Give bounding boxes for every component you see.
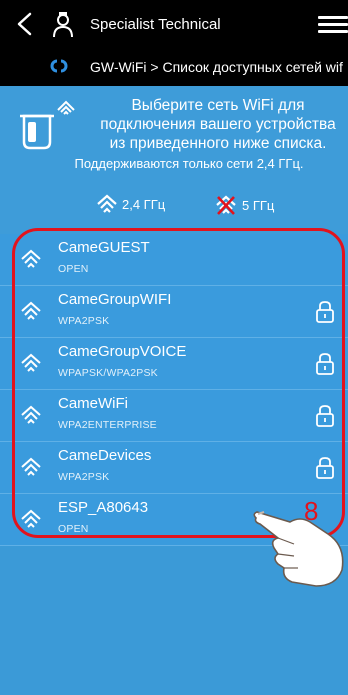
legend-5ghz: 5 ГГц bbox=[214, 194, 274, 216]
support-note: Поддерживаются только сети 2,4 ГГц. bbox=[74, 156, 304, 171]
user-icon bbox=[53, 12, 73, 38]
legend-24-label: 2,4 ГГц bbox=[122, 196, 166, 212]
router-wifi-icon bbox=[20, 100, 75, 150]
menu-icon[interactable] bbox=[318, 16, 348, 34]
wifi-24-icon bbox=[97, 194, 117, 213]
back-arrow-icon[interactable] bbox=[14, 12, 36, 36]
info-panel: Выберите сеть WiFi для подключения вашег… bbox=[0, 86, 348, 234]
highlight-frame bbox=[12, 228, 345, 538]
link-icon bbox=[50, 59, 68, 73]
breadcrumb: GW-WiFi > Список доступных сетей wif bbox=[0, 48, 348, 86]
breadcrumb-text: GW-WiFi > Список доступных сетей wif bbox=[90, 59, 343, 75]
instruction-text: Выберите сеть WiFi для подключения вашег… bbox=[100, 97, 336, 152]
wifi-5-disabled-icon bbox=[216, 195, 236, 215]
band-legend: 2,4 ГГц 5 ГГц bbox=[0, 194, 348, 218]
legend-24ghz: 2,4 ГГц bbox=[96, 194, 165, 214]
page-title: Specialist Technical bbox=[90, 16, 221, 33]
pointing-hand-icon bbox=[253, 511, 344, 587]
top-bar: Specialist Technical bbox=[0, 0, 348, 48]
legend-5-label: 5 ГГц bbox=[242, 197, 275, 213]
